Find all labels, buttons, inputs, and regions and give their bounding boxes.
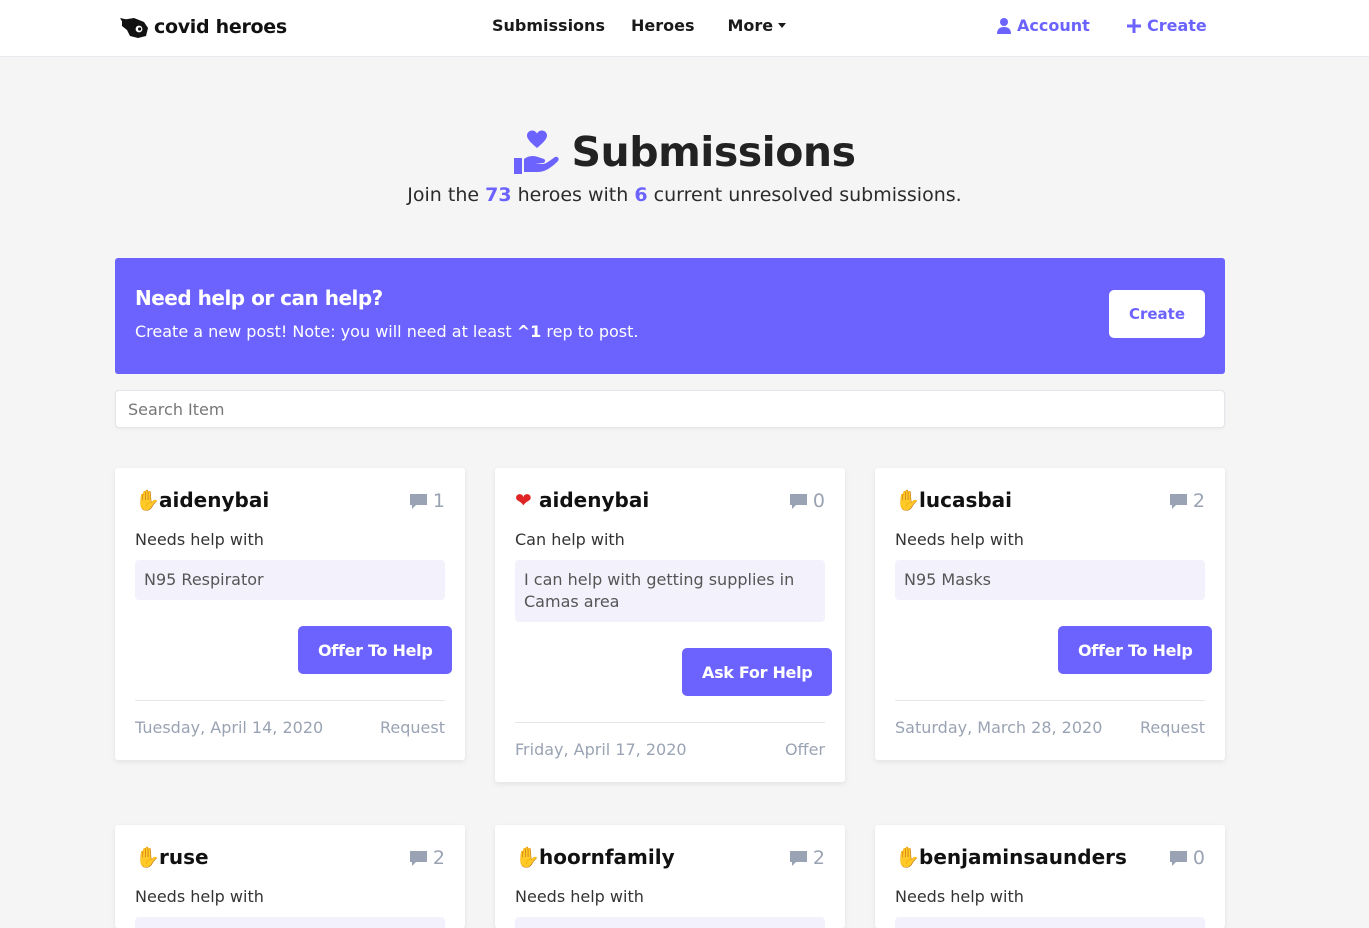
card-type: Offer — [784, 740, 825, 759]
comment-icon — [409, 850, 427, 866]
comment-icon — [409, 493, 427, 509]
card-label: Needs help with — [135, 530, 264, 549]
card-item — [895, 917, 1205, 928]
card-type: Request — [1140, 718, 1205, 737]
comment-icon — [789, 493, 807, 509]
submission-card: ✋ aidenybai 1 Needs help with N95 Respir… — [115, 468, 465, 760]
nav-account-label: Account — [1017, 16, 1090, 35]
card-date: Saturday, March 28, 2020 — [895, 718, 1103, 737]
navbar: covid heroes Submissions Heroes More Acc… — [0, 0, 1369, 57]
comment-count[interactable]: 2 — [789, 847, 825, 869]
ask-for-help-button[interactable]: Ask For Help — [682, 648, 833, 696]
card-username[interactable]: benjaminsaunders — [919, 845, 1127, 869]
comment-count-value: 2 — [812, 847, 825, 869]
card-item: I can help with getting supplies in Cama… — [515, 560, 825, 622]
nav-create[interactable]: Create — [1127, 16, 1207, 35]
banner-title: Need help or can help? — [135, 286, 383, 310]
heart-icon: ❤ — [515, 488, 532, 512]
raised-hand-icon: ✋ — [135, 488, 160, 512]
card-item — [135, 917, 445, 928]
card-type: Request — [380, 718, 445, 737]
comment-count[interactable]: 1 — [409, 490, 445, 512]
create-post-banner: Need help or can help? Create a new post… — [115, 258, 1225, 374]
card-divider — [895, 700, 1205, 701]
card-username[interactable]: hoornfamily — [539, 845, 675, 869]
card-item: N95 Respirator — [135, 560, 445, 600]
comment-count-value: 2 — [1192, 490, 1205, 512]
card-username[interactable]: aidenybai — [159, 488, 269, 512]
submission-card: ✋ lucasbai 2 Needs help with N95 Masks O… — [875, 468, 1225, 760]
rep-value: 1 — [530, 322, 542, 341]
banner-text-prefix: Create a new post! Note: you will need a… — [135, 322, 512, 341]
nav-more-label: More — [727, 16, 774, 35]
comment-count-value: 0 — [812, 490, 825, 512]
submission-card: ✋ hoornfamily 2 Needs help with — [495, 825, 845, 928]
card-divider — [515, 722, 825, 723]
raised-hand-icon: ✋ — [515, 845, 540, 869]
offer-to-help-button[interactable]: Offer To Help — [1058, 626, 1213, 674]
caret-down-icon — [778, 23, 787, 28]
brand-link[interactable]: covid heroes — [120, 14, 287, 40]
page-title: Submissions — [571, 128, 856, 176]
comment-count[interactable]: 0 — [1169, 847, 1205, 869]
card-label: Can help with — [515, 530, 625, 549]
card-item — [515, 917, 825, 928]
comment-icon — [789, 850, 807, 866]
nav-more-dropdown[interactable]: More — [727, 16, 787, 35]
raised-hand-icon: ✋ — [135, 845, 160, 869]
plus-icon — [1127, 18, 1141, 33]
comment-count-value: 2 — [432, 847, 445, 869]
hero-logo-icon — [120, 18, 148, 38]
search-input[interactable] — [115, 390, 1225, 428]
submission-card: ✋ ruse 2 Needs help with — [115, 825, 465, 928]
banner-text: Create a new post! Note: you will need a… — [135, 322, 638, 341]
page-header: Submissions Join the 73 heroes with 6 cu… — [0, 128, 1369, 206]
card-label: Needs help with — [135, 887, 264, 906]
subtitle-prefix: Join the — [407, 184, 480, 206]
submissions-count: 6 — [634, 184, 648, 206]
card-username[interactable]: aidenybai — [539, 488, 649, 512]
comment-count-value: 1 — [432, 490, 445, 512]
raised-hand-icon: ✋ — [895, 488, 920, 512]
card-date: Friday, April 17, 2020 — [515, 740, 687, 759]
comment-count[interactable]: 2 — [409, 847, 445, 869]
card-date: Tuesday, April 14, 2020 — [135, 718, 324, 737]
raised-hand-icon: ✋ — [895, 845, 920, 869]
comment-count[interactable]: 2 — [1169, 490, 1205, 512]
page-subtitle: Join the 73 heroes with 6 current unreso… — [0, 184, 1369, 206]
brand-name: covid heroes — [154, 16, 287, 38]
card-label: Needs help with — [895, 530, 1024, 549]
card-label: Needs help with — [895, 887, 1024, 906]
user-icon — [997, 17, 1011, 34]
heroes-count: 73 — [485, 184, 512, 206]
card-username[interactable]: ruse — [159, 845, 209, 869]
card-item: N95 Masks — [895, 560, 1205, 600]
main-nav: Submissions Heroes More — [492, 16, 787, 35]
submission-card: ❤ aidenybai 0 Can help with I can help w… — [495, 468, 845, 782]
comment-count-value: 0 — [1192, 847, 1205, 869]
rep-arrow-icon: ^ — [516, 322, 531, 341]
comment-icon — [1169, 493, 1187, 509]
hand-holding-heart-icon — [513, 130, 559, 174]
nav-submissions[interactable]: Submissions — [492, 16, 605, 35]
banner-text-suffix: rep to post. — [546, 322, 639, 341]
banner-create-button[interactable]: Create — [1109, 290, 1205, 338]
card-divider — [135, 700, 445, 701]
nav-account[interactable]: Account — [997, 16, 1090, 35]
comment-icon — [1169, 850, 1187, 866]
offer-to-help-button[interactable]: Offer To Help — [298, 626, 453, 674]
subtitle-middle: heroes with — [517, 184, 629, 206]
subtitle-suffix: current unresolved submissions. — [653, 184, 962, 206]
submission-card: ✋ benjaminsaunders 0 Needs help with — [875, 825, 1225, 928]
nav-create-label: Create — [1147, 16, 1207, 35]
nav-heroes[interactable]: Heroes — [631, 16, 695, 35]
comment-count[interactable]: 0 — [789, 490, 825, 512]
card-username[interactable]: lucasbai — [919, 488, 1012, 512]
card-label: Needs help with — [515, 887, 644, 906]
